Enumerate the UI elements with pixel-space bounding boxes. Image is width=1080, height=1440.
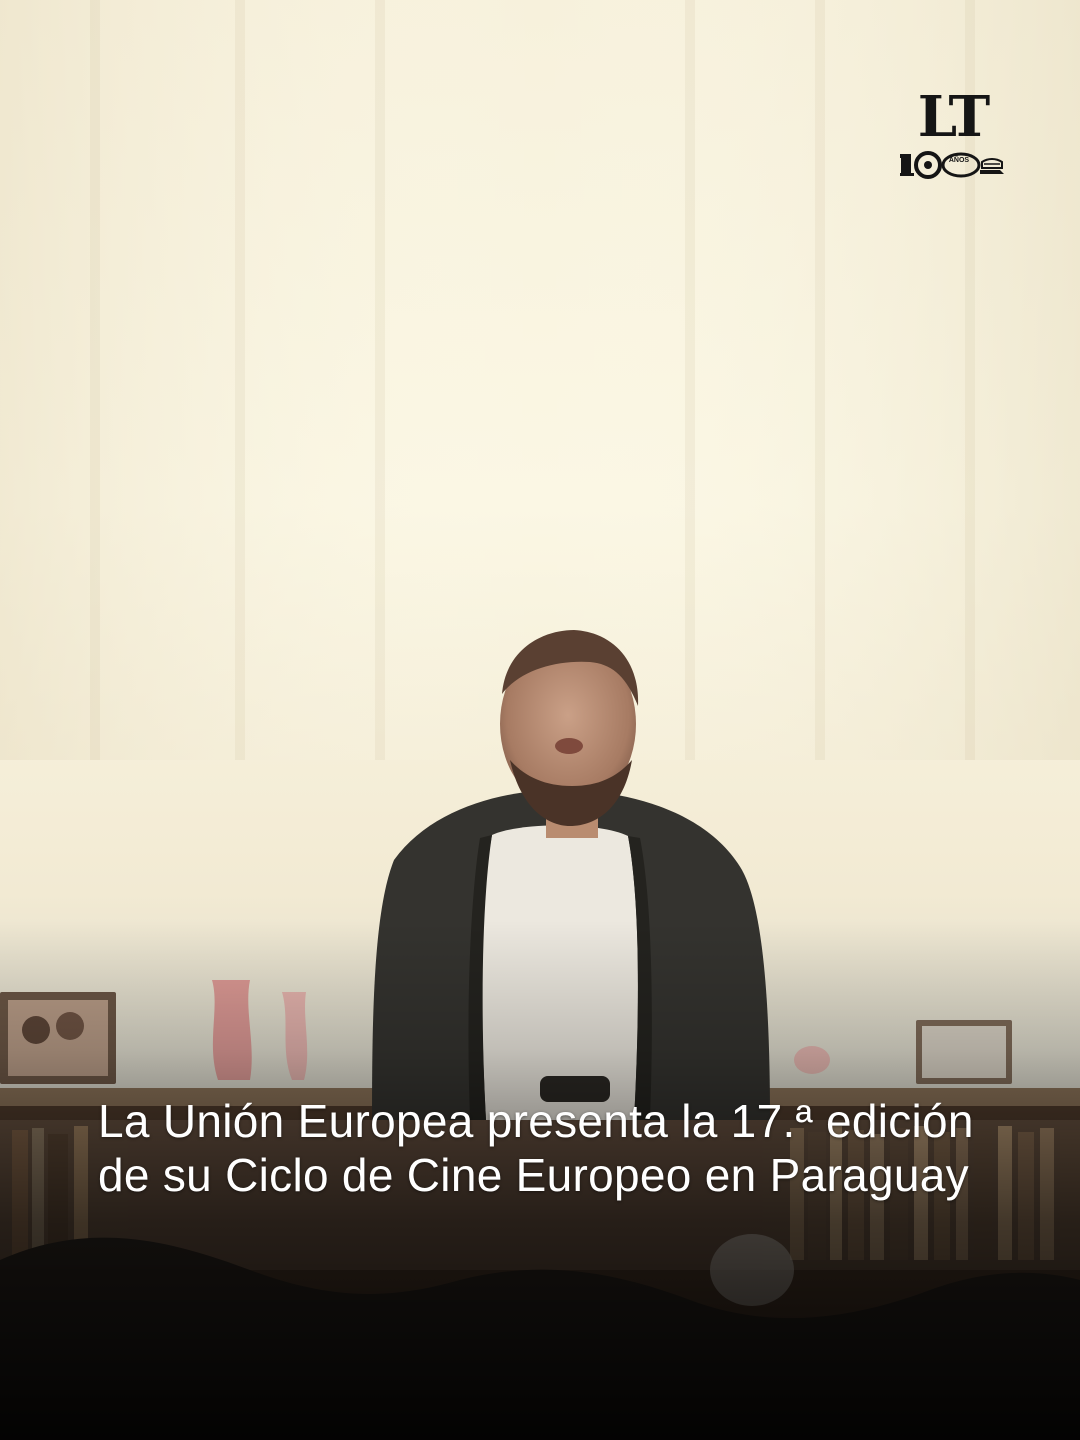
logo-letters: LT [917, 84, 990, 150]
lt-100-anos-logo: LT AÑOS [898, 88, 1006, 190]
news-post-card: LT AÑOS La Unión Europea presenta la 17.… [0, 0, 1080, 1440]
headline: La Unión Europea presenta la 17.ª edició… [98, 1095, 974, 1201]
anniversary-100-icon [900, 151, 1004, 179]
anniversary-label: AÑOS [948, 157, 970, 164]
